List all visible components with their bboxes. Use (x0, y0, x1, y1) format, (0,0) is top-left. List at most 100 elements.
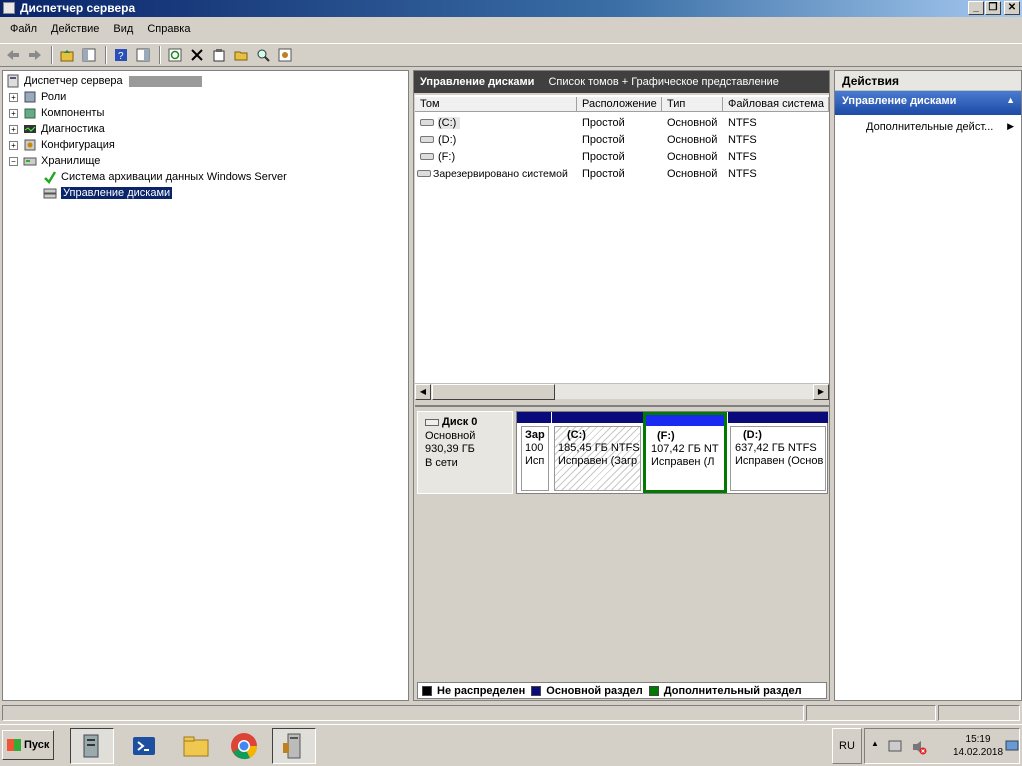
help-icon[interactable]: ? (111, 45, 131, 65)
table-row[interactable]: (D:) Простой Основной NTFS (415, 131, 823, 148)
taskbar-server-manager[interactable] (70, 728, 114, 764)
show-desktop-icon[interactable] (1005, 739, 1019, 753)
tree-item-label: Роли (41, 91, 67, 103)
taskbar-powershell[interactable] (122, 728, 166, 764)
menu-bar: Файл Действие Вид Справка (0, 21, 1022, 41)
backup-icon (44, 171, 57, 184)
column-header-volume[interactable]: Том (415, 97, 577, 112)
language-indicator[interactable]: RU (832, 728, 862, 764)
window-title: Диспетчер сервера (20, 1, 136, 15)
disk-management-icon (43, 188, 57, 199)
powershell-icon (133, 737, 155, 755)
partition-d[interactable]: (D:) 637,42 ГБ NTFS Исправен (Основ (728, 412, 828, 493)
expand-icon[interactable]: + (9, 108, 18, 118)
tree-root-label: Диспетчер сервера (24, 75, 123, 87)
volume-muted-icon[interactable] (911, 739, 927, 755)
menu-help[interactable]: Справка (140, 21, 197, 41)
menu-view[interactable]: Вид (106, 21, 140, 41)
tray-expand-icon[interactable]: ▲ (871, 739, 879, 748)
actions-title: Действия (835, 71, 1021, 91)
legend-swatch (531, 685, 542, 696)
tree-item-storage[interactable]: − Хранилище (9, 153, 100, 169)
expand-icon[interactable]: + (9, 124, 18, 134)
primary-partition-bar (646, 415, 724, 426)
column-header-layout[interactable]: Расположение (577, 97, 662, 112)
tree-item-label: Компоненты (41, 107, 105, 119)
column-header-filesystem[interactable]: Файловая система (723, 97, 829, 112)
expand-icon[interactable]: + (9, 140, 18, 150)
primary-partition-bar (517, 412, 551, 423)
folder-icon (183, 736, 209, 757)
horizontal-scrollbar[interactable]: ◀ ▶ (415, 383, 829, 400)
pane-header: Управление дисками Список томов + Графич… (414, 71, 829, 93)
legend-item-unallocated: Не распределен (422, 685, 525, 697)
more-actions-item[interactable]: Дополнительные дейст... ▶ (835, 115, 1021, 137)
tree-item-configuration[interactable]: + Конфигурация (9, 137, 115, 153)
taskbar-chrome[interactable] (222, 728, 266, 764)
close-button[interactable]: ✕ (1004, 1, 1020, 15)
actions-pane: Действия Управление дисками ▲ Дополнител… (834, 70, 1022, 701)
tree-item-diagnostics[interactable]: + Диагностика (9, 121, 105, 137)
system-tray: ▲ 15:19 14.02.2018 (864, 728, 1020, 764)
clock[interactable]: 15:19 14.02.2018 (953, 733, 1003, 759)
drive-icon (420, 153, 434, 161)
expand-icon[interactable]: + (9, 92, 18, 102)
primary-partition-bar (728, 412, 828, 423)
tree-item-backup[interactable]: Система архивации данных Windows Server (43, 169, 287, 185)
back-icon[interactable] (3, 45, 23, 65)
app-icon (3, 2, 15, 14)
disk-0-partitions: Зар 100 Исп (C:) 185,45 ГБ NTFS Исправен… (516, 411, 828, 494)
legend-item-primary: Основной раздел (531, 685, 643, 697)
minimize-button[interactable]: _ (968, 1, 984, 15)
menu-file[interactable]: Файл (3, 21, 44, 41)
chrome-icon (231, 733, 258, 760)
menu-action[interactable]: Действие (44, 21, 106, 41)
disk-name: Диск 0 (442, 416, 478, 428)
tree-item-features[interactable]: + Компоненты (9, 105, 104, 121)
start-button[interactable]: Пуск (2, 730, 54, 760)
refresh-icon[interactable] (165, 45, 185, 65)
show-hide-action-pane-icon[interactable] (133, 45, 153, 65)
window-titlebar[interactable]: Диспетчер сервера _ ❐ ✕ (0, 0, 1022, 17)
open-icon[interactable] (231, 45, 251, 65)
column-header-type[interactable]: Тип (662, 97, 723, 112)
disk-0-label[interactable]: Диск 0 Основной 930,39 ГБ В сети (417, 411, 513, 494)
roles-icon (24, 91, 36, 103)
console-tree: Диспетчер сервера + Роли + Компоненты + … (2, 70, 409, 701)
partition-c[interactable]: (C:) 185,45 ГБ NTFS Исправен (Загр (552, 412, 643, 493)
scroll-right-button[interactable]: ▶ (813, 384, 829, 400)
scroll-thumb[interactable] (432, 384, 555, 400)
table-row[interactable]: (F:) Простой Основной NTFS (415, 148, 823, 165)
tree-item-label: Конфигурация (41, 139, 115, 151)
search-icon[interactable] (253, 45, 273, 65)
tree-root[interactable]: Диспетчер сервера (6, 73, 202, 89)
redacted-server-name (128, 75, 202, 87)
up-folder-icon[interactable] (57, 45, 77, 65)
pane-subtitle: Список томов + Графическое представление (548, 76, 779, 88)
diagnostics-icon (24, 125, 36, 133)
properties-icon[interactable] (209, 45, 229, 65)
tree-item-roles[interactable]: + Роли (9, 89, 66, 105)
delete-icon[interactable] (187, 45, 207, 65)
tree-item-disk-management[interactable]: Управление дисками (43, 185, 173, 201)
table-row[interactable]: Зарезервировано системой Простой Основно… (415, 165, 823, 182)
partition-f[interactable]: (F:) 107,42 ГБ NT Исправен (Л (643, 412, 727, 493)
scroll-left-button[interactable]: ◀ (415, 384, 431, 400)
taskbar-explorer[interactable] (174, 728, 218, 764)
tree-item-label: Диагностика (41, 123, 105, 135)
disk-icon (425, 418, 439, 426)
settings-icon[interactable] (275, 45, 295, 65)
tree-item-label: Хранилище (41, 155, 101, 167)
collapse-icon[interactable]: − (9, 156, 18, 166)
legend-swatch (648, 685, 659, 696)
collapse-arrow-icon[interactable]: ▲ (1006, 95, 1015, 105)
action-center-icon[interactable] (887, 739, 903, 753)
show-hide-tree-icon[interactable] (79, 45, 99, 65)
forward-icon[interactable] (25, 45, 45, 65)
taskbar-server-tools[interactable] (272, 728, 316, 764)
maximize-button[interactable]: ❐ (985, 1, 1001, 15)
table-row[interactable]: (C:) Простой Основной NTFS (415, 114, 823, 131)
actions-section-disk-management[interactable]: Управление дисками ▲ (835, 91, 1021, 115)
configuration-icon (24, 139, 36, 151)
partition-reserved[interactable]: Зар 100 Исп (517, 412, 551, 493)
